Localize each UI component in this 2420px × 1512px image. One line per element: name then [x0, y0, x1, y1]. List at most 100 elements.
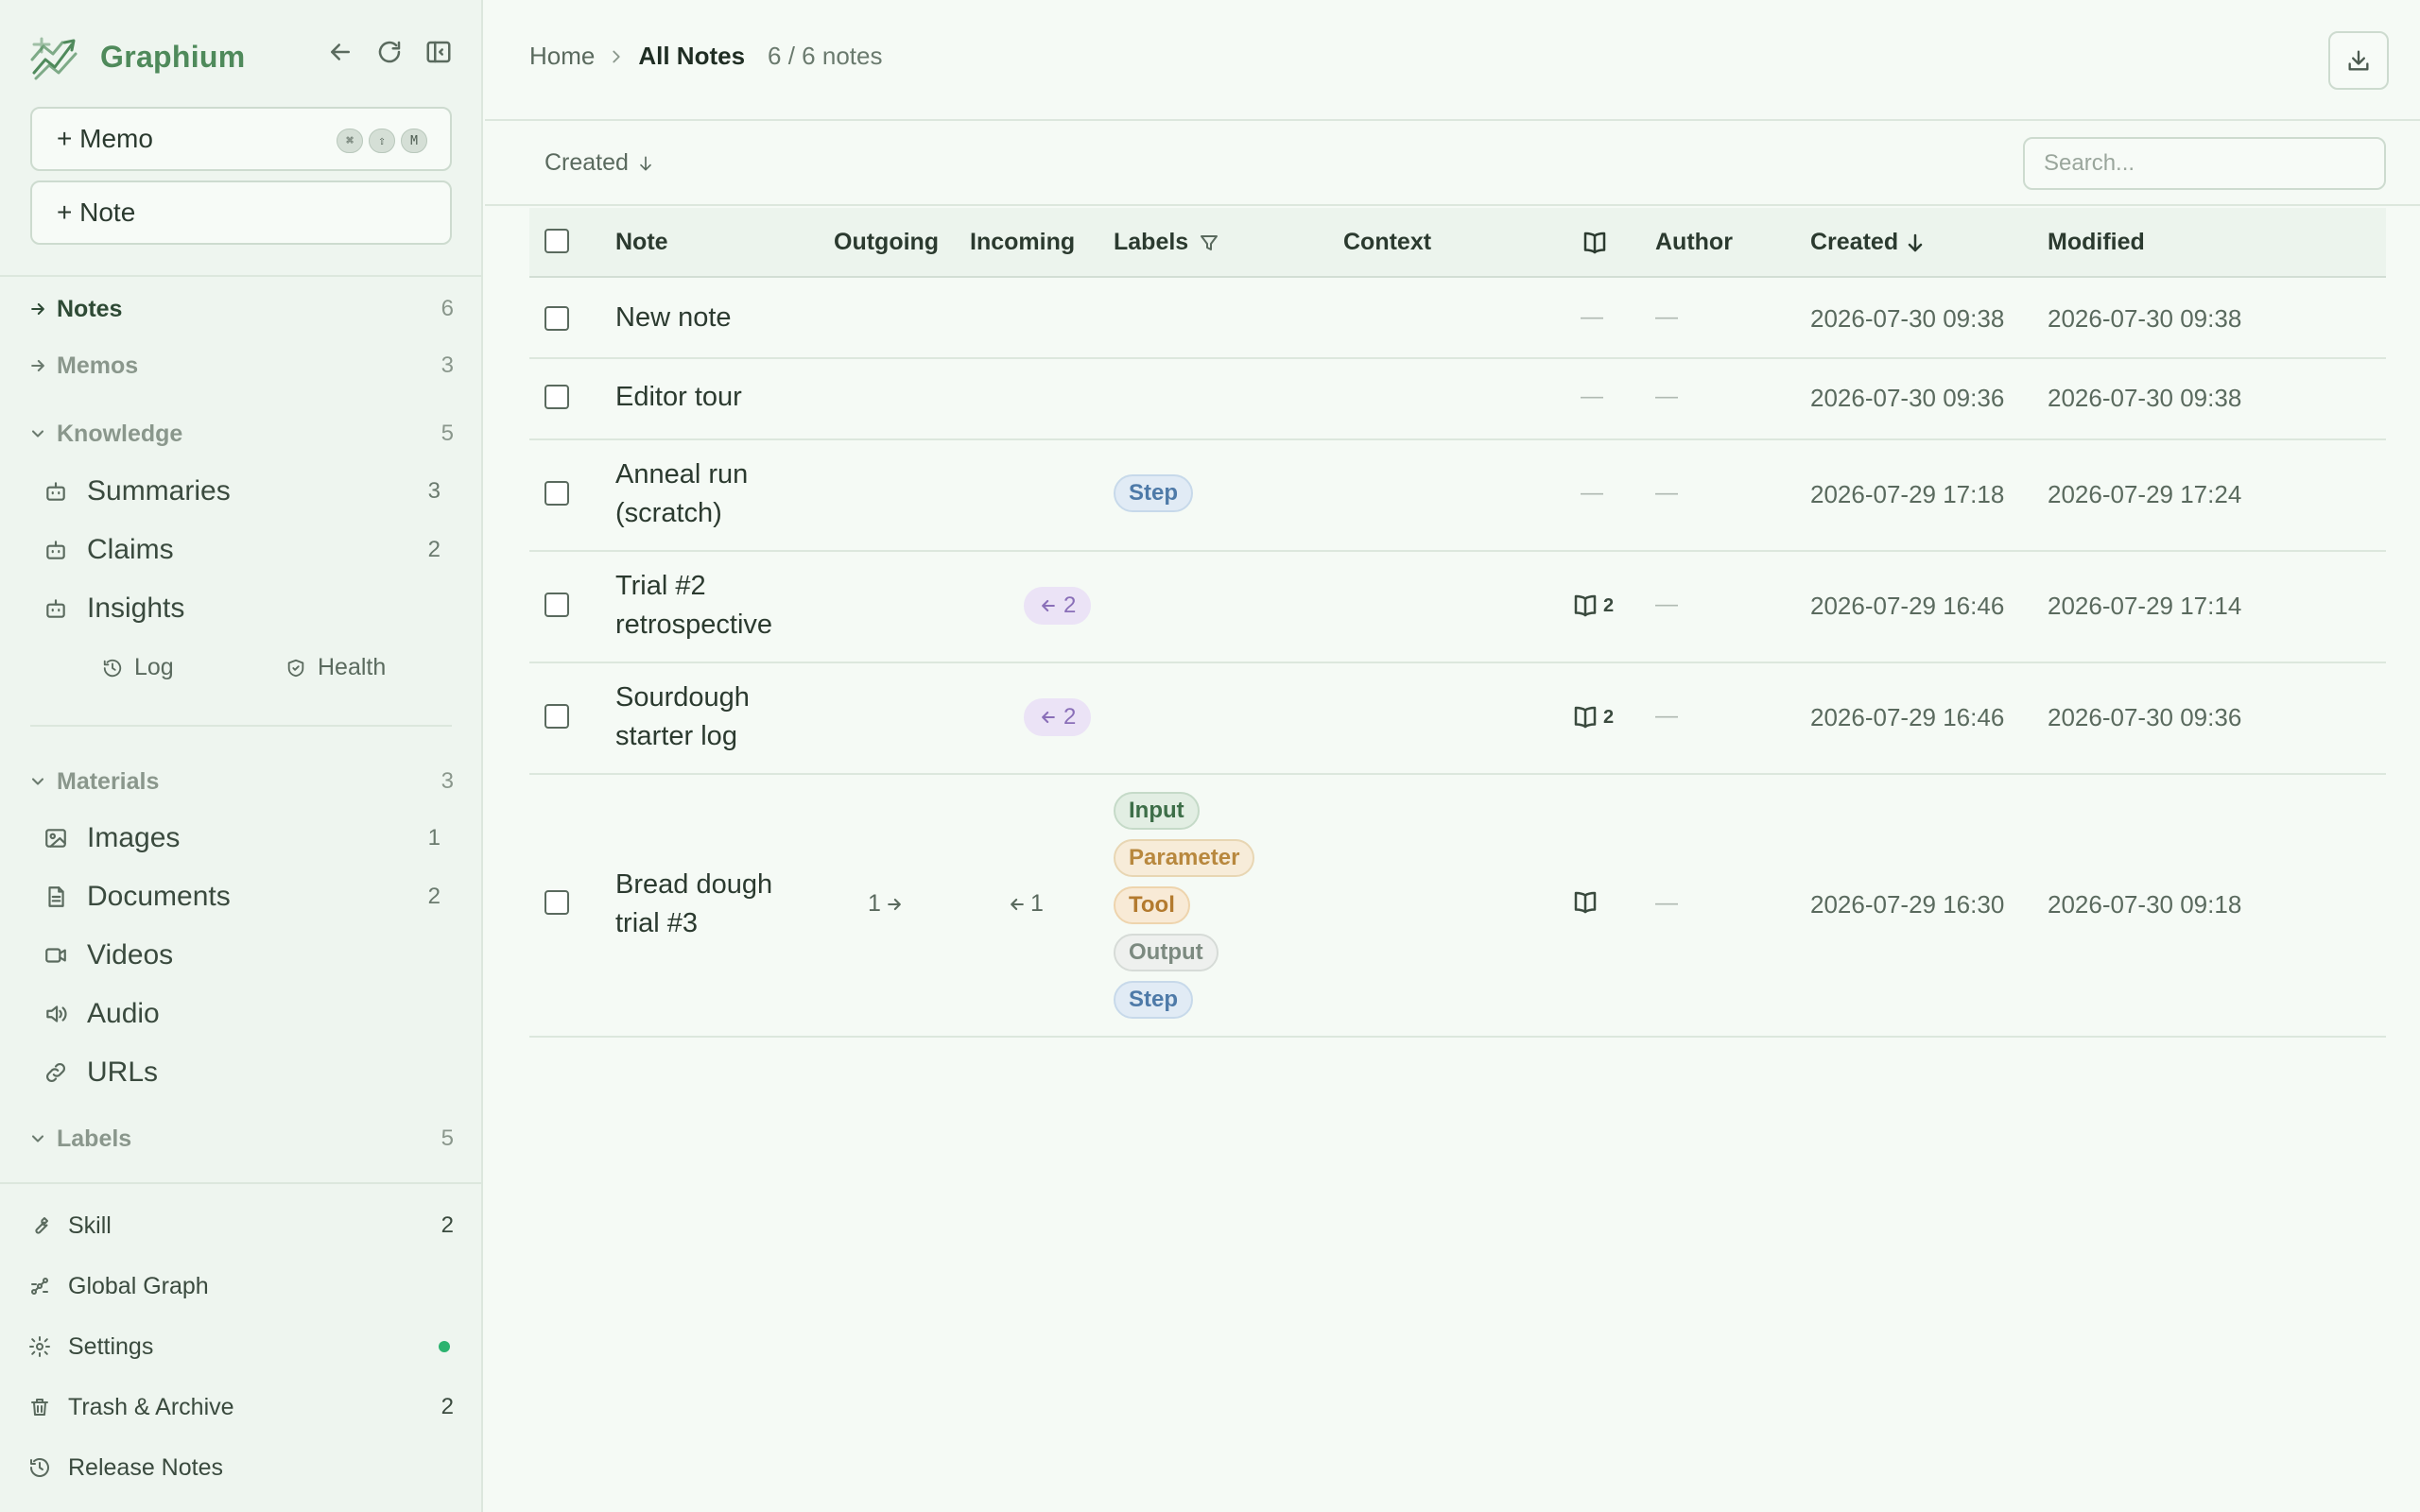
divider: [0, 275, 483, 277]
sidebar-item-documents[interactable]: Documents 2: [43, 876, 441, 918]
table-row[interactable]: Editor tour — — 2026-07-30 09:36 2026-07…: [529, 359, 2386, 440]
memo-shortcut: ⌘ ⇧ M: [337, 129, 427, 153]
sidebar-item-label: Notes: [57, 295, 123, 322]
label-pill-step[interactable]: Step: [1114, 474, 1194, 512]
author-value: —: [1655, 890, 1678, 916]
breadcrumb-home[interactable]: Home: [529, 42, 595, 71]
table-row[interactable]: Trial #2 retrospective 2 2 — 2026-07-29 …: [529, 552, 2386, 663]
label-pill-tool[interactable]: Tool: [1114, 886, 1190, 924]
sort-selector[interactable]: Created: [544, 149, 655, 177]
sidebar-item-notes[interactable]: Notes 6: [28, 290, 454, 328]
arrow-down-icon: [640, 156, 651, 170]
sidebar-item-skill[interactable]: Skill 2: [28, 1207, 454, 1245]
history-icon: [30, 1458, 49, 1477]
incoming-links[interactable]: 1: [1004, 890, 1044, 918]
column-labels[interactable]: Labels: [1114, 229, 1220, 256]
sources-indicator[interactable]: 2: [1571, 703, 1614, 731]
sources-value: —: [1581, 384, 1603, 409]
incoming-links-badge[interactable]: 2: [1024, 587, 1092, 625]
sidebar-item-label: Documents: [87, 881, 231, 912]
sidebar-item-summaries[interactable]: Summaries 3: [43, 471, 441, 512]
table-row[interactable]: Anneal run (scratch) Step — — 2026-07-29…: [529, 440, 2386, 552]
column-modified[interactable]: Modified: [2048, 229, 2145, 256]
sidebar-item-memos[interactable]: Memos 3: [28, 347, 454, 385]
sources-count: 2: [1603, 706, 1615, 728]
sources-indicator[interactable]: [1571, 888, 1603, 917]
column-context[interactable]: Context: [1343, 229, 1431, 256]
graphium-logo-icon: [30, 37, 78, 80]
row-checkbox[interactable]: [544, 306, 569, 331]
label-pill-input[interactable]: Input: [1114, 792, 1200, 830]
arrow-left-icon: [1042, 599, 1055, 612]
back-arrow-icon[interactable]: [326, 38, 354, 66]
select-all-checkbox[interactable]: [544, 229, 569, 253]
sidebar-item-trash-archive[interactable]: Trash & Archive 2: [28, 1388, 454, 1426]
column-note[interactable]: Note: [615, 229, 668, 256]
row-checkbox[interactable]: [544, 890, 569, 915]
note-title[interactable]: Trial #2 retrospective: [615, 567, 804, 644]
sidebar-section-count: 5: [441, 421, 454, 446]
breadcrumb: Home All Notes 6 / 6 notes: [529, 42, 882, 71]
row-checkbox[interactable]: [544, 385, 569, 409]
column-author[interactable]: Author: [1655, 229, 1733, 256]
row-checkbox[interactable]: [544, 704, 569, 729]
main-content: Home All Notes 6 / 6 notes Created Note …: [485, 0, 2420, 1512]
chevron-right-icon: [613, 50, 621, 62]
sources-count: 2: [1603, 594, 1615, 616]
export-button[interactable]: [2328, 31, 2389, 90]
breadcrumb-current: All Notes: [638, 42, 746, 70]
sidebar-section-labels[interactable]: Labels 5: [28, 1120, 454, 1158]
column-incoming[interactable]: Incoming: [970, 229, 1075, 256]
column-sources[interactable]: [1581, 229, 1609, 257]
app-name: Graphium: [100, 39, 246, 74]
sidebar-section-knowledge[interactable]: Knowledge 5: [28, 415, 454, 453]
row-checkbox[interactable]: [544, 481, 569, 506]
knowledge-log-link[interactable]: Log: [102, 654, 174, 681]
collapse-sidebar-icon[interactable]: [424, 38, 453, 66]
column-created[interactable]: Created: [1810, 229, 1927, 256]
sidebar-section-materials[interactable]: Materials 3: [28, 763, 454, 800]
sidebar-item-urls[interactable]: URLs: [43, 1052, 441, 1093]
author-value: —: [1655, 480, 1678, 506]
note-title[interactable]: Anneal run (scratch): [615, 455, 804, 533]
note-title[interactable]: New note: [615, 299, 804, 337]
sidebar-item-claims[interactable]: Claims 2: [43, 529, 441, 571]
author-value: —: [1655, 384, 1678, 409]
incoming-links-badge[interactable]: 2: [1024, 698, 1092, 736]
sidebar-item-videos[interactable]: Videos: [43, 935, 441, 976]
sources-indicator[interactable]: 2: [1571, 592, 1614, 620]
table-row[interactable]: Bread dough trial #3 1 1 Input Parameter…: [529, 775, 2386, 1038]
sidebar-item-global-graph[interactable]: Global Graph: [28, 1267, 454, 1305]
link-icon: [46, 1063, 65, 1082]
sidebar-section-count: 5: [441, 1125, 454, 1151]
column-outgoing[interactable]: Outgoing: [834, 229, 939, 256]
table-row[interactable]: Sourdough starter log 2 2 — 2026-07-29 1…: [529, 663, 2386, 775]
arrow-right-icon: [31, 359, 44, 372]
brand[interactable]: Graphium: [28, 28, 246, 85]
outgoing-links[interactable]: 1: [868, 890, 908, 918]
note-title[interactable]: Bread dough trial #3: [615, 866, 804, 943]
sidebar-item-audio[interactable]: Audio: [43, 993, 441, 1035]
note-title[interactable]: Editor tour: [615, 378, 804, 417]
table-row[interactable]: New note — — 2026-07-30 09:38 2026-07-30…: [529, 278, 2386, 359]
label-pill-step[interactable]: Step: [1114, 981, 1194, 1019]
search-input[interactable]: [2023, 137, 2386, 190]
filter-icon[interactable]: [1198, 232, 1220, 254]
sidebar-item-images[interactable]: Images 1: [43, 817, 441, 859]
knowledge-health-link[interactable]: Health: [285, 654, 386, 681]
sidebar-item-label: Settings: [68, 1332, 154, 1360]
sidebar-item-insights[interactable]: Insights: [43, 588, 441, 629]
refresh-icon[interactable]: [375, 38, 404, 66]
new-note-button[interactable]: + Note: [30, 180, 452, 245]
arrow-left-icon: [1011, 898, 1024, 910]
modified-date: 2026-07-30 09:38: [2048, 384, 2242, 412]
label-pill-parameter[interactable]: Parameter: [1114, 839, 1255, 877]
new-memo-button[interactable]: + Memo ⌘ ⇧ M: [30, 107, 452, 171]
sidebar-item-label: Claims: [87, 534, 174, 565]
sidebar-item-settings[interactable]: Settings: [28, 1328, 454, 1366]
row-checkbox[interactable]: [544, 593, 569, 617]
note-title[interactable]: Sourdough starter log: [615, 679, 804, 756]
sidebar-item-release-notes[interactable]: Release Notes: [28, 1449, 454, 1486]
sidebar-item-count: 2: [427, 537, 441, 562]
label-pill-output[interactable]: Output: [1114, 934, 1219, 971]
